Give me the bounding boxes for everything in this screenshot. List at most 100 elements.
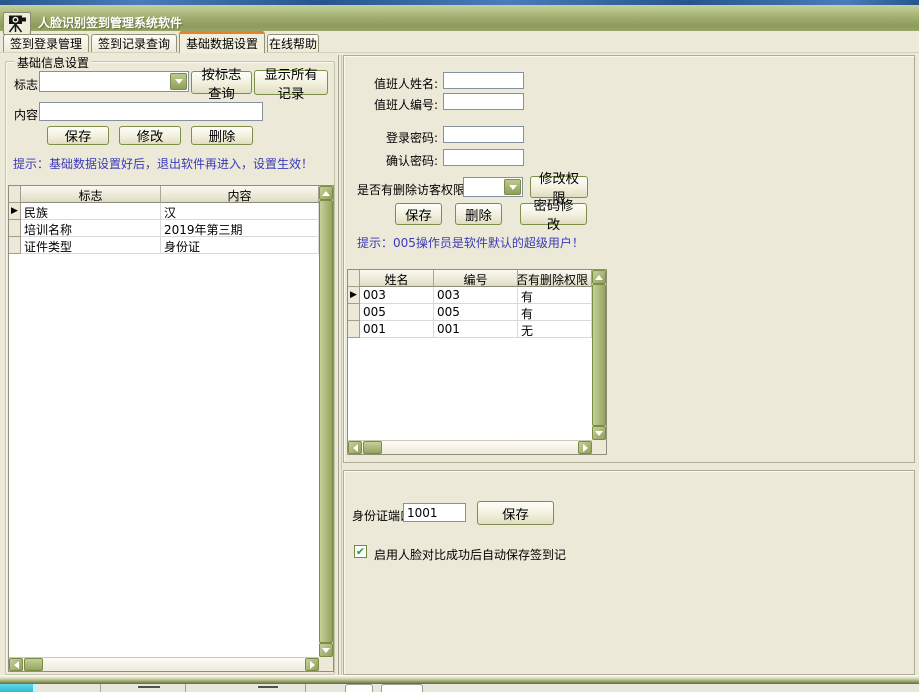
cell-content[interactable]: 2019年第三期 bbox=[161, 220, 319, 237]
row-selector[interactable] bbox=[9, 237, 21, 254]
arrow-up-icon bbox=[322, 191, 330, 196]
scrollbar-corner bbox=[592, 440, 606, 454]
cell-content[interactable]: 身份证 bbox=[161, 237, 319, 254]
row-selector[interactable] bbox=[9, 220, 21, 237]
taskbar-window-button[interactable] bbox=[345, 684, 373, 692]
scroll-up-button[interactable] bbox=[319, 186, 333, 200]
port-save-button[interactable]: 保存 bbox=[477, 501, 554, 525]
vertical-scrollbar[interactable] bbox=[592, 270, 606, 440]
tab-signin-login-management[interactable]: 签到登录管理 bbox=[3, 34, 89, 52]
delete-permission-combobox-input[interactable] bbox=[465, 179, 508, 195]
scroll-left-button[interactable] bbox=[348, 441, 362, 454]
taskbar-button-text-fragment[interactable] bbox=[258, 686, 278, 688]
table-row[interactable]: 证件类型 身份证 bbox=[9, 237, 319, 254]
operator-code-input[interactable] bbox=[443, 93, 524, 110]
row-selector[interactable]: ▶ bbox=[348, 287, 360, 304]
cell-code[interactable]: 003 bbox=[434, 287, 518, 304]
confirm-password-input[interactable] bbox=[443, 149, 524, 166]
base-save-button[interactable]: 保存 bbox=[47, 126, 109, 145]
column-header-code[interactable]: 编号 bbox=[434, 270, 518, 287]
button-label: 修改 bbox=[137, 126, 164, 145]
tab-signin-record-query[interactable]: 签到记录查询 bbox=[91, 34, 177, 52]
column-header-name[interactable]: 姓名 bbox=[360, 270, 434, 287]
vertical-scrollbar[interactable] bbox=[319, 186, 333, 657]
id-card-port-input[interactable] bbox=[403, 503, 466, 522]
scroll-down-button[interactable] bbox=[592, 426, 606, 440]
table-row[interactable]: ▶ 003 003 有 bbox=[348, 287, 592, 304]
operator-name-input[interactable] bbox=[443, 72, 524, 89]
horizontal-scrollbar[interactable] bbox=[348, 440, 592, 454]
button-label: 保存 bbox=[502, 504, 529, 523]
chevron-down-icon bbox=[175, 79, 183, 84]
column-header-permission[interactable]: 是否有删除权限 bbox=[518, 270, 592, 287]
header-corner-cell bbox=[348, 270, 360, 287]
scroll-right-button[interactable] bbox=[578, 441, 592, 454]
vertical-scrollbar-thumb[interactable] bbox=[592, 284, 606, 426]
taskbar-quicklaunch bbox=[33, 684, 38, 692]
tab-online-help[interactable]: 在线帮助 bbox=[267, 34, 319, 52]
horizontal-scrollbar-thumb[interactable] bbox=[24, 658, 43, 671]
scroll-right-button[interactable] bbox=[305, 658, 319, 671]
panel-splitter bbox=[341, 55, 342, 675]
content-input[interactable] bbox=[39, 102, 263, 121]
taskbar-start-button[interactable] bbox=[0, 684, 33, 692]
cell-content[interactable]: 汉 bbox=[161, 203, 319, 220]
horizontal-scrollbar[interactable] bbox=[9, 657, 319, 671]
tab-label: 签到登录管理 bbox=[10, 35, 82, 52]
column-header-content[interactable]: 内容 bbox=[161, 186, 319, 203]
show-all-records-button[interactable]: 显示所有记录 bbox=[254, 70, 328, 95]
query-by-tag-button[interactable]: 按标志查询 bbox=[191, 71, 252, 94]
operator-save-button[interactable]: 保存 bbox=[395, 203, 442, 225]
row-selector[interactable]: ▶ bbox=[9, 203, 21, 220]
login-password-input[interactable] bbox=[443, 126, 524, 143]
tag-combobox-input[interactable] bbox=[41, 73, 174, 90]
delete-permission-combobox[interactable] bbox=[463, 177, 523, 197]
change-password-button[interactable]: 密码修改 bbox=[520, 203, 587, 225]
operator-delete-button[interactable]: 删除 bbox=[455, 203, 502, 225]
tag-combobox[interactable] bbox=[39, 71, 189, 92]
cell-tag[interactable]: 培训名称 bbox=[21, 220, 161, 237]
cell-name[interactable]: 001 bbox=[360, 321, 434, 338]
table-row[interactable]: 培训名称 2019年第三期 bbox=[9, 220, 319, 237]
cell-permission[interactable]: 有 bbox=[518, 304, 592, 321]
cell-permission[interactable]: 有 bbox=[518, 287, 592, 304]
arrow-right-icon bbox=[583, 444, 588, 452]
operator-name-label: 值班人姓名: bbox=[346, 75, 438, 92]
base-info-hint: 提示：基础数据设置好后，退出软件再进入，设置生效！ bbox=[13, 155, 313, 172]
current-row-marker-icon: ▶ bbox=[350, 290, 357, 300]
row-selector[interactable] bbox=[348, 304, 360, 321]
cell-name[interactable]: 005 bbox=[360, 304, 434, 321]
cell-tag[interactable]: 民族 bbox=[21, 203, 161, 220]
taskbar-button-text-fragment[interactable] bbox=[138, 686, 160, 688]
cell-code[interactable]: 005 bbox=[434, 304, 518, 321]
button-label: 保存 bbox=[405, 205, 432, 224]
table-row[interactable]: 001 001 无 bbox=[348, 321, 592, 338]
cell-tag[interactable]: 证件类型 bbox=[21, 237, 161, 254]
scroll-left-button[interactable] bbox=[9, 658, 23, 671]
scroll-up-button[interactable] bbox=[592, 270, 606, 284]
delete-permission-dropdown-button[interactable] bbox=[504, 179, 521, 195]
taskbar-strip bbox=[0, 684, 919, 692]
title-bar[interactable]: 人脸识别签到管理系统软件 bbox=[0, 5, 919, 31]
arrow-left-icon bbox=[14, 661, 19, 669]
camera-tripod-icon bbox=[6, 14, 28, 33]
base-delete-button[interactable]: 删除 bbox=[191, 126, 253, 145]
tab-label: 基础数据设置 bbox=[186, 35, 258, 52]
auto-save-checkbox[interactable]: ✔ bbox=[354, 545, 367, 558]
tab-basic-data-settings[interactable]: 基础数据设置 bbox=[179, 31, 265, 53]
taskbar-window-button[interactable] bbox=[381, 684, 423, 692]
vertical-scrollbar-thumb[interactable] bbox=[319, 200, 333, 643]
cell-permission[interactable]: 无 bbox=[518, 321, 592, 338]
tag-combobox-dropdown-button[interactable] bbox=[170, 73, 187, 90]
auto-save-checkbox-label[interactable]: 启用人脸对比成功后自动保存签到记 bbox=[374, 546, 566, 563]
scroll-down-button[interactable] bbox=[319, 643, 333, 657]
cell-name[interactable]: 003 bbox=[360, 287, 434, 304]
cell-code[interactable]: 001 bbox=[434, 321, 518, 338]
table-row[interactable]: ▶ 民族 汉 bbox=[9, 203, 319, 220]
tab-label: 签到记录查询 bbox=[98, 35, 170, 52]
row-selector[interactable] bbox=[348, 321, 360, 338]
column-header-tag[interactable]: 标志 bbox=[21, 186, 161, 203]
base-modify-button[interactable]: 修改 bbox=[119, 126, 181, 145]
horizontal-scrollbar-thumb[interactable] bbox=[363, 441, 382, 454]
table-row[interactable]: 005 005 有 bbox=[348, 304, 592, 321]
